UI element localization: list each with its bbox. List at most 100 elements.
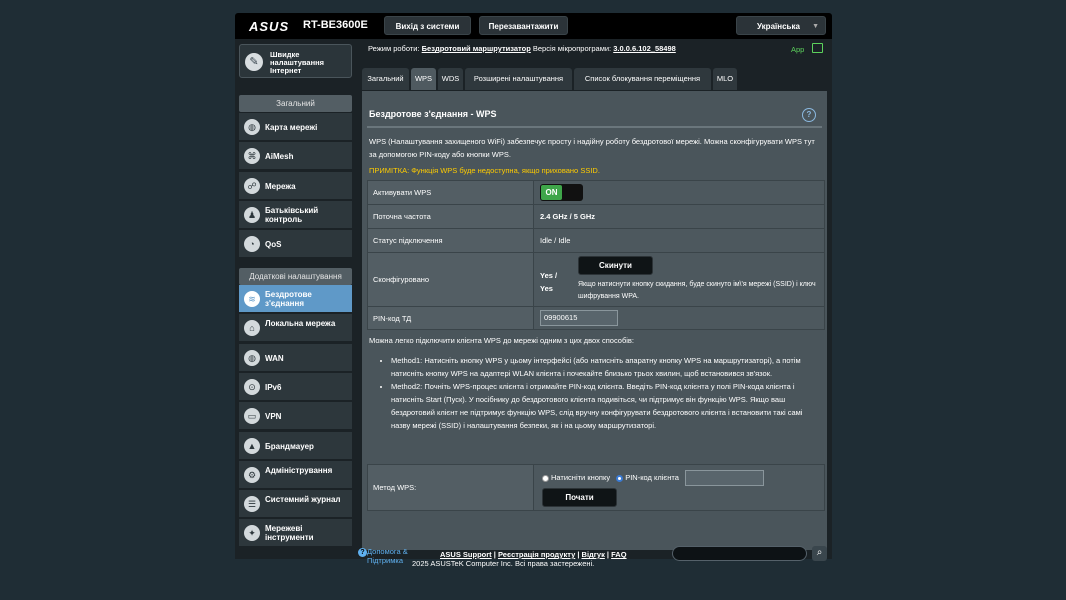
wps-method-table: Метод WPS: Натисніти кнопку PIN-код кліє…	[367, 464, 825, 511]
router-admin-app: ASUS RT-BE3600E Вихід з системи Перезава…	[235, 13, 832, 585]
connection-status-label: Статус підключення	[367, 228, 534, 253]
frequency-value: 2.4 GHz / 5 GHz	[533, 204, 825, 229]
sidebar-item-advanced-2[interactable]: ◍ WAN	[239, 343, 352, 372]
title-divider	[367, 126, 822, 128]
sidebar-item-advanced-0[interactable]: ≋ Бездротове з'єднання	[239, 285, 352, 313]
sidebar-item-label: IPv6	[265, 382, 282, 392]
configured-label: Сконфігуровано	[367, 252, 534, 307]
search-input[interactable]	[672, 546, 807, 561]
info-text: Можна легко підключити клієнта WPS до ме…	[369, 334, 819, 432]
tab-general[interactable]: Загальний	[362, 68, 409, 90]
sidebar-item-label: Карта мережі	[265, 123, 318, 132]
sidebar-item-label: AiMesh	[265, 152, 294, 162]
configured-value: Yes / Yes	[540, 269, 557, 295]
tab-advanced[interactable]: Розширені налаштування	[465, 68, 572, 90]
content-panel: Бездротове з'єднання - WPS ? WPS (Налашт…	[362, 91, 827, 550]
tab-wds[interactable]: WDS	[438, 68, 463, 90]
frequency-label: Поточна частота	[367, 204, 534, 229]
page-title: Бездротове з'єднання - WPS	[369, 109, 497, 119]
firmware-link[interactable]: 3.0.0.6.102_58498	[613, 44, 676, 53]
chevron-down-icon: ▼	[812, 23, 819, 30]
sidebar-item-advanced-6[interactable]: ⚙ Адміністрування	[239, 460, 352, 489]
tools-icon: ✦	[244, 525, 260, 542]
reset-note: Якщо натиснути кнопку скидання, буде ски…	[578, 281, 816, 300]
configured-value-2: Yes	[540, 284, 553, 293]
sidebar-item-advanced-7[interactable]: ☰ Системний журнал	[239, 490, 352, 519]
globe-icon: ◍	[244, 349, 260, 366]
help-icon: ?	[358, 548, 367, 557]
sidebar-item-advanced-5[interactable]: ▲ Брандмауер	[239, 431, 352, 460]
quick-setup-button[interactable]: ✎ Швидке налаштування Інтернет	[239, 44, 352, 78]
register-link[interactable]: Реєстрація продукту	[498, 550, 575, 559]
search-icon[interactable]: ⌕	[812, 546, 827, 561]
sidebar-item-general-3[interactable]: ♟ Батьківський контроль	[239, 200, 352, 229]
enable-wps-label: Активувати WPS	[367, 180, 534, 205]
asus-support-link[interactable]: ASUS Support	[440, 550, 492, 559]
sidebar-item-label: Мережеві інструменти	[265, 524, 314, 543]
sidebar-item-label: Адміністрування	[265, 465, 333, 475]
method1-text: Method1: Натисніть кнопку WPS у цьому ін…	[391, 354, 819, 380]
configured-value-1: Yes /	[540, 271, 558, 280]
ap-pin-label: PIN-код ТД	[367, 306, 534, 330]
app-link[interactable]: App	[791, 45, 804, 54]
language-label: Українська	[757, 22, 800, 31]
sidebar-item-advanced-8[interactable]: ✦ Мережеві інструменти	[239, 519, 352, 548]
sidebar-item-advanced-1[interactable]: ⌂ Локальна мережа	[239, 314, 352, 343]
mesh-icon: ⌘	[244, 148, 260, 165]
home-icon: ⌂	[244, 320, 260, 337]
sidebar-item-general-4[interactable]: ◔ QoS	[239, 230, 352, 259]
sidebar-item-label: Мережа	[265, 181, 296, 191]
help-icon[interactable]: ?	[802, 108, 816, 122]
sidebar-item-general-2[interactable]: ☍ Мережа	[239, 171, 352, 200]
sidebar-item-label: Брандмауер	[265, 441, 314, 451]
wifi-icon: ≋	[244, 291, 260, 307]
people-icon: ☍	[244, 177, 260, 194]
tab-roaming-block[interactable]: Список блокування переміщення	[574, 68, 711, 90]
operation-mode: Режим роботи: Бездротовий маршрутизатор …	[368, 44, 676, 53]
tab-wps[interactable]: WPS	[411, 68, 436, 90]
start-button[interactable]: Почати	[542, 488, 617, 507]
sidebar-item-label: Локальна мережа	[265, 319, 336, 329]
wrench-icon: ✎	[245, 53, 263, 71]
radio-push-label: Натисніти кнопку	[551, 472, 611, 482]
language-select[interactable]: Українська ▼	[736, 16, 826, 35]
reset-button[interactable]: Скинути	[578, 256, 653, 275]
advanced-heading: Додаткові налаштування	[239, 268, 352, 285]
main-panel: Режим роботи: Бездротовий маршрутизатор …	[357, 39, 832, 559]
copyright: 2025 ASUSTeK Computer Inc. Всі права зас…	[412, 559, 595, 568]
sidebar-item-advanced-3[interactable]: ⊙ IPv6	[239, 372, 352, 401]
log-icon: ☰	[244, 496, 260, 513]
faq-link[interactable]: FAQ	[611, 550, 626, 559]
radio-pin-label: PIN-код клієнта	[625, 472, 679, 482]
sidebar-item-label: WAN	[265, 353, 284, 363]
ipv6-icon: ⊙	[244, 378, 260, 395]
general-heading: Загальний	[239, 95, 352, 112]
wps-settings-table: Активувати WPS ON Поточна частота 2.4 GH…	[367, 180, 825, 330]
enable-wps-toggle[interactable]: ON	[540, 184, 583, 201]
radio-client-pin[interactable]	[616, 474, 624, 482]
top-bar: ASUS RT-BE3600E Вихід з системи Перезава…	[235, 13, 832, 39]
sidebar-item-label: Бездротове з'єднання	[265, 290, 312, 308]
wps-method-label: Метод WPS:	[367, 464, 534, 511]
client-pin-input[interactable]	[685, 470, 765, 486]
radio-push-button[interactable]	[542, 474, 549, 482]
opmode-link[interactable]: Бездротовий маршрутизатор	[422, 44, 531, 53]
sidebar: ✎ Швидке налаштування Інтернет Загальний…	[235, 39, 357, 559]
feedback-link[interactable]: Відгук	[582, 550, 605, 559]
info-intro: Можна легко підключити клієнта WPS до ме…	[369, 336, 634, 345]
logout-button[interactable]: Вихід з системи	[384, 16, 471, 35]
sidebar-item-general-1[interactable]: ⌘ AiMesh	[239, 142, 352, 171]
description: WPS (Налаштування захищеного WiFi) забез…	[369, 137, 815, 159]
globe-icon: ◍	[244, 119, 260, 135]
reboot-button[interactable]: Перезавантажити	[479, 16, 568, 35]
toggle-on-label: ON	[541, 185, 562, 200]
app-icon[interactable]	[812, 43, 823, 53]
sidebar-item-label: Батьківський контроль	[265, 205, 319, 224]
sidebar-item-advanced-4[interactable]: ▭ VPN	[239, 402, 352, 431]
sidebar-item-general-0[interactable]: ◍ Карта мережі	[239, 113, 352, 141]
method2-text: Method2: Почніть WPS-процес клієнта і от…	[391, 380, 819, 432]
connection-status-value: Idle / Idle	[533, 228, 825, 253]
asus-logo: ASUS	[249, 19, 290, 34]
opmode-prefix: Режим роботи:	[368, 44, 420, 53]
tab-mlo[interactable]: MLO	[713, 68, 737, 90]
